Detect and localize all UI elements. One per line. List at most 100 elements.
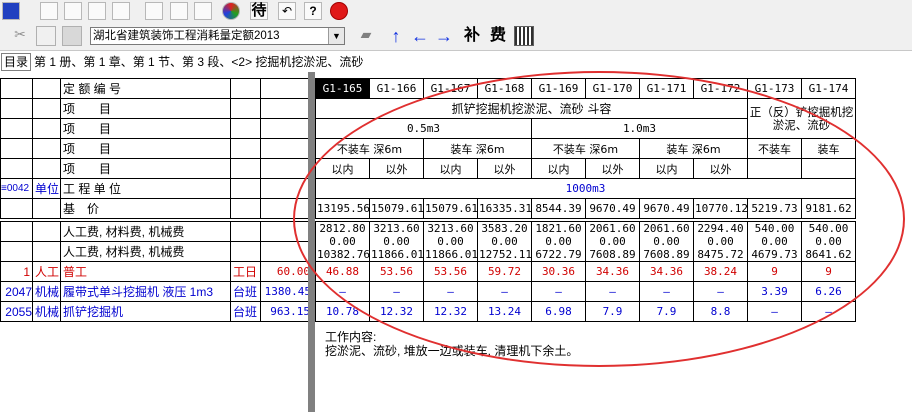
find-icon[interactable] xyxy=(40,2,58,20)
table-row[interactable]: 人工费, 材料费, 机械费 xyxy=(0,241,313,262)
panel-divider[interactable] xyxy=(308,72,315,412)
help-icon[interactable]: ? xyxy=(304,2,322,20)
header-cell xyxy=(747,158,802,179)
row-unit xyxy=(230,78,261,99)
table-row[interactable]: 2047 机械 履带式单斗挖掘机 液压 1m3 台班 1380.45 xyxy=(0,281,313,302)
copy-icon[interactable] xyxy=(36,26,56,46)
breadcrumb: 目录第 1 册、第 1 章、第 1 节、第 3 段、<2> 挖掘机挖淤泥、流砂 xyxy=(0,52,912,72)
code-cell[interactable]: G1-170 xyxy=(585,78,640,99)
row-unit xyxy=(230,178,261,199)
code-cell[interactable]: G1-168 xyxy=(477,78,532,99)
table-row[interactable]: ≡0042 单位工 程 单 位 xyxy=(0,178,313,199)
row-cat: 机械 xyxy=(32,301,61,322)
undo-icon[interactable]: ↶ xyxy=(278,2,296,20)
paste-doc-icon[interactable] xyxy=(112,2,130,20)
row-code xyxy=(0,138,33,159)
edit-icon[interactable] xyxy=(194,2,212,20)
row-price: 963.15 xyxy=(260,301,313,322)
row-code xyxy=(0,118,33,139)
row-name: 履带式单斗挖掘机 液压 1m3 xyxy=(60,281,231,302)
preview-icon[interactable] xyxy=(170,2,188,20)
header-cell: 以内 xyxy=(531,158,586,179)
code-cell-selected[interactable]: G1-165 xyxy=(315,78,370,99)
fee-button[interactable]: 费 xyxy=(488,26,508,46)
paste-icon[interactable] xyxy=(62,26,82,46)
row-unit xyxy=(230,98,261,119)
chevron-down-icon[interactable]: ▼ xyxy=(328,28,344,44)
catalog-button[interactable]: 目录 xyxy=(1,53,32,71)
code-cell[interactable]: G1-171 xyxy=(639,78,694,99)
row-price xyxy=(260,118,313,139)
row-code xyxy=(0,221,33,242)
table-row[interactable]: 2055 机械 抓铲挖掘机 台班 963.15 xyxy=(0,301,313,322)
machine-row: 10.78 12.32 12.32 13.24 6.98 7.9 7.9 8.8… xyxy=(315,301,856,322)
row-unit xyxy=(230,158,261,179)
stop-icon[interactable] xyxy=(330,2,348,20)
code-cell[interactable]: G1-173 xyxy=(747,78,802,99)
header-cell: 以外 xyxy=(585,158,640,179)
row-code xyxy=(0,158,33,179)
row-cat xyxy=(32,198,61,219)
wait-button[interactable]: 待 xyxy=(250,2,268,20)
code-cell[interactable]: G1-167 xyxy=(423,78,478,99)
table-row[interactable]: 项 目 xyxy=(0,138,313,159)
arrow-right-icon[interactable]: → xyxy=(434,26,454,46)
row-code: ≡0042 xyxy=(0,178,33,199)
arrow-up-icon[interactable]: ↑ xyxy=(386,26,406,46)
fee-machine: 8475.72 xyxy=(697,248,744,261)
row-cat: 机械 xyxy=(32,281,61,302)
fee-cell: 2812.80 0.00 10382.76 xyxy=(315,221,370,262)
value-cell: – xyxy=(477,281,532,302)
header-cell: 以外 xyxy=(477,158,532,179)
value-cell: 12.32 xyxy=(369,301,424,322)
row-price xyxy=(260,158,313,179)
table-row[interactable]: 项 目 xyxy=(0,98,313,119)
toolbar-main: 待 ↶ ? xyxy=(0,0,912,23)
row-price xyxy=(260,241,313,262)
vehicle-icon[interactable]: ▰ xyxy=(356,26,376,46)
header-cell: 以内 xyxy=(315,158,370,179)
fee-cell: 3213.60 0.00 11866.01 xyxy=(369,221,424,262)
row-price xyxy=(260,221,313,242)
code-cell[interactable]: G1-169 xyxy=(531,78,586,99)
labor-row: 46.88 53.56 53.56 59.72 30.36 34.36 34.3… xyxy=(315,261,856,282)
fee-cell: 2294.40 0.00 8475.72 xyxy=(693,221,748,262)
row-name: 普工 xyxy=(60,261,231,282)
fee-material: 0.00 xyxy=(383,235,410,248)
row-cat: 人工 xyxy=(32,261,61,282)
supplement-button[interactable]: 补 xyxy=(462,26,482,46)
color-wheel-icon[interactable] xyxy=(222,2,240,20)
copy-doc-icon[interactable] xyxy=(88,2,106,20)
value-cell: 53.56 xyxy=(423,261,478,282)
header-row: 不装车 深6m 装车 深6m 不装车 深6m 装车 深6m 不装车 装车 xyxy=(315,138,856,159)
header-cell xyxy=(801,158,856,179)
value-cell: 38.24 xyxy=(693,261,748,282)
fee-labor: 540.00 xyxy=(754,222,795,236)
row-name: 定 额 编 号 xyxy=(60,78,231,99)
grid-icon[interactable] xyxy=(514,26,534,46)
row-cat: 单位 xyxy=(32,178,61,199)
value-cell: – xyxy=(423,281,478,302)
code-row: G1-165 G1-166 G1-167 G1-168 G1-169 G1-17… xyxy=(315,78,856,99)
row-cat xyxy=(32,221,61,242)
code-cell[interactable]: G1-174 xyxy=(801,78,856,99)
table-row[interactable]: 1 人工 普工 工日 60.00 xyxy=(0,261,313,282)
row-name: 人工费, 材料费, 机械费 xyxy=(60,241,231,262)
header-cell: 不装车 xyxy=(747,138,802,159)
list-icon[interactable] xyxy=(2,2,20,20)
code-cell[interactable]: G1-172 xyxy=(693,78,748,99)
table-row[interactable]: 项 目 xyxy=(0,158,313,179)
table-row[interactable]: 人工费, 材料费, 机械费 xyxy=(0,221,313,242)
table-row[interactable]: 定 额 编 号 xyxy=(0,78,313,99)
row-unit xyxy=(230,118,261,139)
code-cell[interactable]: G1-166 xyxy=(369,78,424,99)
cut-icon[interactable]: ✂ xyxy=(10,26,30,46)
table-row[interactable]: 项 目 xyxy=(0,118,313,139)
quota-select[interactable]: 湖北省建筑装饰工程消耗量定额2013 ▼ xyxy=(90,27,345,45)
table-row[interactable]: 基 价 xyxy=(0,198,313,219)
print-icon[interactable] xyxy=(145,2,163,20)
header-cell: 装车 xyxy=(801,138,856,159)
export-icon[interactable] xyxy=(64,2,82,20)
fee-material: 0.00 xyxy=(653,235,680,248)
arrow-left-icon[interactable]: ← xyxy=(410,26,430,46)
